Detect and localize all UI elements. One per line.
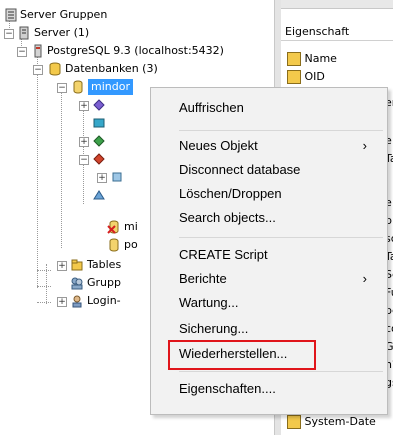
collapse-icon[interactable]: − <box>57 83 67 93</box>
property-row-name[interactable]: Name <box>287 52 337 66</box>
tablespaces-icon <box>70 258 84 272</box>
menu-item-backup[interactable]: Sicherung... <box>151 317 387 341</box>
menu-item-delete[interactable]: Löschen/Droppen <box>151 182 387 206</box>
menu-item-search-objects[interactable]: Search objects... <box>151 206 387 230</box>
menu-separator <box>179 237 383 238</box>
tree-label: PostgreSQL 9.3 (localhost:5432) <box>47 44 224 57</box>
properties-tab-strip <box>281 0 393 9</box>
property-icon <box>287 52 301 66</box>
expand-icon[interactable]: + <box>57 261 67 271</box>
properties-header: Eigenschaft <box>285 25 350 38</box>
tree-label: Server (1) <box>34 26 90 39</box>
tree-label: Datenbanken (3) <box>65 62 158 75</box>
catalog-icon <box>92 98 106 112</box>
collapse-icon[interactable]: − <box>33 65 43 75</box>
server-icon <box>17 26 31 40</box>
schema-child-icon <box>110 170 124 184</box>
trigger-icon <box>92 116 106 130</box>
menu-separator <box>179 130 383 131</box>
server-group-icon <box>4 8 18 22</box>
databases-icon <box>48 62 62 76</box>
tree-label: Grupp <box>87 276 121 289</box>
property-row-oid[interactable]: OID <box>287 70 325 84</box>
login-roles-icon <box>70 294 84 308</box>
collapse-icon[interactable]: − <box>4 29 14 39</box>
menu-item-new-object[interactable]: Neues Objekt › <box>151 134 387 158</box>
submenu-arrow-icon: › <box>362 271 367 286</box>
menu-item-reports[interactable]: Berichte › <box>151 267 387 291</box>
context-menu: Auffrischen Neues Objekt › Disconnect da… <box>150 87 388 415</box>
tree-label: Login- <box>87 294 121 307</box>
expand-icon[interactable]: + <box>79 137 89 147</box>
menu-item-create-script[interactable]: CREATE Script <box>151 243 387 267</box>
tree-label: Server Gruppen <box>20 8 108 21</box>
tree-label: Tables <box>87 258 122 271</box>
expand-icon[interactable]: + <box>79 101 89 111</box>
database-icon <box>107 238 121 252</box>
postgres-server-icon <box>31 44 45 58</box>
menu-item-properties[interactable]: Eigenschaften.... <box>151 377 387 401</box>
menu-item-refresh[interactable]: Auffrischen <box>151 96 387 120</box>
menu-separator <box>179 371 383 372</box>
highlight-box <box>168 340 316 370</box>
submenu-arrow-icon: › <box>362 138 367 153</box>
menu-item-maintenance[interactable]: Wartung... <box>151 291 387 315</box>
database-icon <box>71 80 85 94</box>
expand-icon[interactable]: + <box>57 297 67 307</box>
slony-icon <box>92 188 106 202</box>
tree-label: mi <box>124 220 138 233</box>
tree-label: mindor <box>88 79 133 95</box>
property-icon <box>287 70 301 84</box>
collapse-icon[interactable]: − <box>17 47 27 57</box>
tree-label: po <box>124 238 138 251</box>
property-row-system-db[interactable]: System-Date <box>287 415 376 429</box>
group-roles-icon <box>70 276 84 290</box>
property-icon <box>287 415 301 429</box>
extension-icon <box>92 134 106 148</box>
collapse-icon[interactable]: − <box>79 155 89 165</box>
database-disconnected-icon <box>107 220 121 234</box>
menu-item-disconnect[interactable]: Disconnect database <box>151 158 387 182</box>
schema-icon <box>92 152 106 166</box>
expand-icon[interactable]: + <box>97 173 107 183</box>
